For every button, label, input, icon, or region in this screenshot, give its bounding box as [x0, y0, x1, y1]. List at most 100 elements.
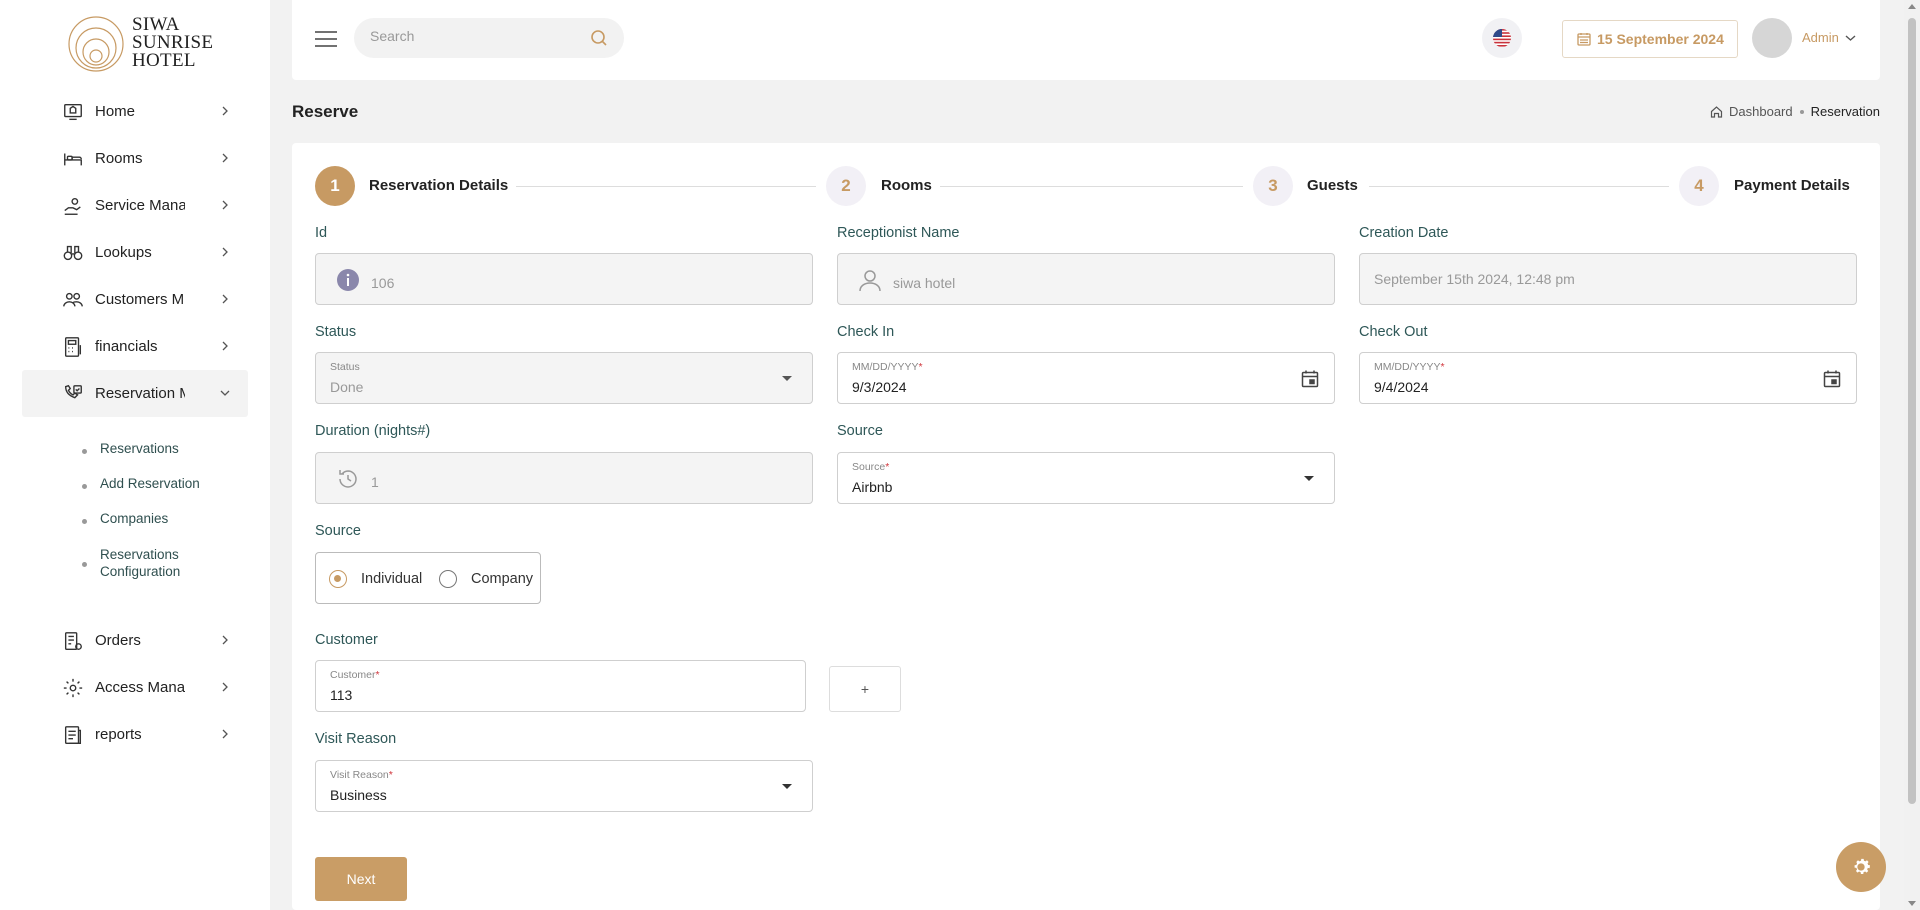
- customer-label: Customer: [315, 632, 378, 648]
- binoculars-icon: [63, 245, 83, 261]
- receptionist-label: Receptionist Name: [837, 225, 960, 241]
- step-3-circle[interactable]: 3: [1253, 166, 1293, 206]
- avatar[interactable]: [1752, 18, 1792, 58]
- current-date: 15 September 2024: [1597, 31, 1724, 47]
- calendar-icon[interactable]: [1822, 369, 1842, 389]
- sidebar-item-financials[interactable]: financials: [22, 323, 248, 370]
- radio-individual[interactable]: [329, 570, 347, 588]
- receptionist-field: siwa hotel: [837, 253, 1335, 305]
- info-icon: [337, 269, 359, 291]
- calendar-icon[interactable]: [1300, 369, 1320, 389]
- scrollbar-thumb[interactable]: [1908, 18, 1916, 804]
- search-input[interactable]: [370, 28, 570, 44]
- chevron-down-icon: [220, 390, 230, 396]
- user-menu[interactable]: Admin: [1802, 30, 1856, 45]
- breadcrumb-separator: [1799, 109, 1804, 114]
- scroll-up-arrow-icon[interactable]: [1908, 4, 1916, 9]
- check-in-value: 9/3/2024: [852, 379, 907, 395]
- check-out-floating-label: MM/DD/YYYY*: [1374, 361, 1445, 373]
- status-label: Status: [315, 324, 357, 340]
- page-scrollbar[interactable]: [1904, 0, 1920, 910]
- sidebar-item-service-management[interactable]: Service Mana: [22, 182, 248, 229]
- user-icon: [859, 270, 881, 292]
- check-out-value: 9/4/2024: [1374, 379, 1429, 395]
- step-2-label[interactable]: Rooms: [881, 177, 932, 194]
- customers-icon: [63, 292, 83, 307]
- breadcrumb-current: Reservation: [1810, 104, 1880, 119]
- source-type-label: Source: [315, 523, 361, 539]
- submenu-item-companies[interactable]: Companies: [22, 511, 168, 526]
- sidebar-item-label: Customers M: [95, 291, 185, 308]
- sidebar-item-customers[interactable]: Customers M: [22, 276, 248, 323]
- calculator-icon: [64, 337, 82, 357]
- sidebar-item-home[interactable]: Home: [22, 88, 248, 135]
- sidebar-item-access-management[interactable]: Access Manag: [22, 664, 248, 711]
- step-1-label[interactable]: Reservation Details: [369, 177, 508, 194]
- chevron-down-icon: [1845, 34, 1856, 41]
- current-date-box[interactable]: 15 September 2024: [1562, 20, 1738, 58]
- chevron-right-icon: [222, 682, 228, 692]
- chevron-right-icon: [222, 341, 228, 351]
- sidebar-item-label: Rooms: [95, 150, 143, 167]
- sidebar-item-lookups[interactable]: Lookups: [22, 229, 248, 276]
- step-2-circle[interactable]: 2: [826, 166, 866, 206]
- visit-reason-small-text: Visit Reason: [330, 769, 389, 781]
- radio-individual-label[interactable]: Individual: [361, 571, 422, 587]
- sidebar-item-rooms[interactable]: Rooms: [22, 135, 248, 182]
- sidebar: SIWA SUNRISE HOTEL Home Rooms Service Ma…: [0, 0, 270, 910]
- sidebar-item-orders[interactable]: Orders: [22, 617, 248, 664]
- customer-input[interactable]: Customer* 113: [315, 660, 806, 712]
- sidebar-item-label: Access Manag: [95, 679, 185, 696]
- settings-fab[interactable]: [1836, 842, 1886, 892]
- chevron-right-icon: [222, 635, 228, 645]
- source-select[interactable]: Source* Airbnb: [837, 452, 1335, 504]
- sidebar-item-reports[interactable]: reports: [22, 711, 248, 758]
- submenu-item-reservations[interactable]: Reservations: [22, 441, 179, 456]
- step-1-circle[interactable]: 1: [315, 166, 355, 206]
- language-switcher[interactable]: [1482, 18, 1522, 58]
- check-in-date-input[interactable]: MM/DD/YYYY* 9/3/2024: [837, 352, 1335, 404]
- id-label: Id: [315, 225, 328, 241]
- duration-value: 1: [371, 474, 379, 490]
- creation-date-value: September 15th 2024, 12:48 pm: [1374, 271, 1575, 287]
- submenu-item-add-reservation[interactable]: Add Reservation: [22, 476, 200, 491]
- step-4-circle[interactable]: 4: [1679, 166, 1719, 206]
- logo-line-3: HOTEL: [132, 50, 196, 71]
- status-select[interactable]: Status Done: [315, 352, 813, 404]
- next-button[interactable]: Next: [315, 857, 407, 901]
- status-floating-label: Status: [330, 361, 360, 373]
- step-4-label[interactable]: Payment Details: [1734, 177, 1850, 194]
- sidebar-item-label: financials: [95, 338, 158, 355]
- caret-down-icon: [782, 376, 792, 381]
- source-label: Source: [837, 423, 883, 439]
- breadcrumb-dashboard-link[interactable]: Dashboard: [1729, 104, 1793, 119]
- user-name: Admin: [1802, 30, 1839, 45]
- search-icon[interactable]: [590, 29, 608, 47]
- check-out-date-input[interactable]: MM/DD/YYYY* 9/4/2024: [1359, 352, 1857, 404]
- hamburger-menu-icon[interactable]: [314, 30, 338, 48]
- source-floating-label: Source*: [852, 461, 889, 473]
- sidebar-item-label: Home: [95, 103, 136, 120]
- check-out-label: Check Out: [1359, 324, 1428, 340]
- sidebar-item-reservation-management[interactable]: Reservation M: [22, 370, 248, 417]
- reservation-icon: [64, 384, 82, 399]
- customer-floating-label: Customer*: [330, 669, 380, 681]
- reservation-submenu: Reservations Add Reservation Companies R…: [22, 417, 248, 617]
- radio-company-label[interactable]: Company: [471, 571, 533, 587]
- reservation-card: 1 Reservation Details 2 Rooms 3 Guests 4…: [292, 143, 1880, 910]
- home-icon: [64, 103, 82, 121]
- caret-down-icon: [1304, 476, 1314, 481]
- step-connector: [516, 186, 816, 187]
- step-connector: [1369, 186, 1669, 187]
- sidebar-item-label: Service Mana: [95, 197, 185, 214]
- required-mark: *: [885, 461, 890, 473]
- duration-label: Duration (nights#): [315, 423, 431, 439]
- radio-company[interactable]: [439, 570, 457, 588]
- scroll-down-arrow-icon[interactable]: [1908, 901, 1916, 906]
- submenu-item-reservations-configuration[interactable]: Reservations Configuration: [22, 546, 222, 580]
- required-mark: *: [388, 769, 393, 781]
- step-3-label[interactable]: Guests: [1307, 177, 1358, 194]
- add-customer-button[interactable]: +: [829, 666, 901, 712]
- customer-value: 113: [330, 687, 353, 703]
- visit-reason-select[interactable]: Visit Reason* Business: [315, 760, 813, 812]
